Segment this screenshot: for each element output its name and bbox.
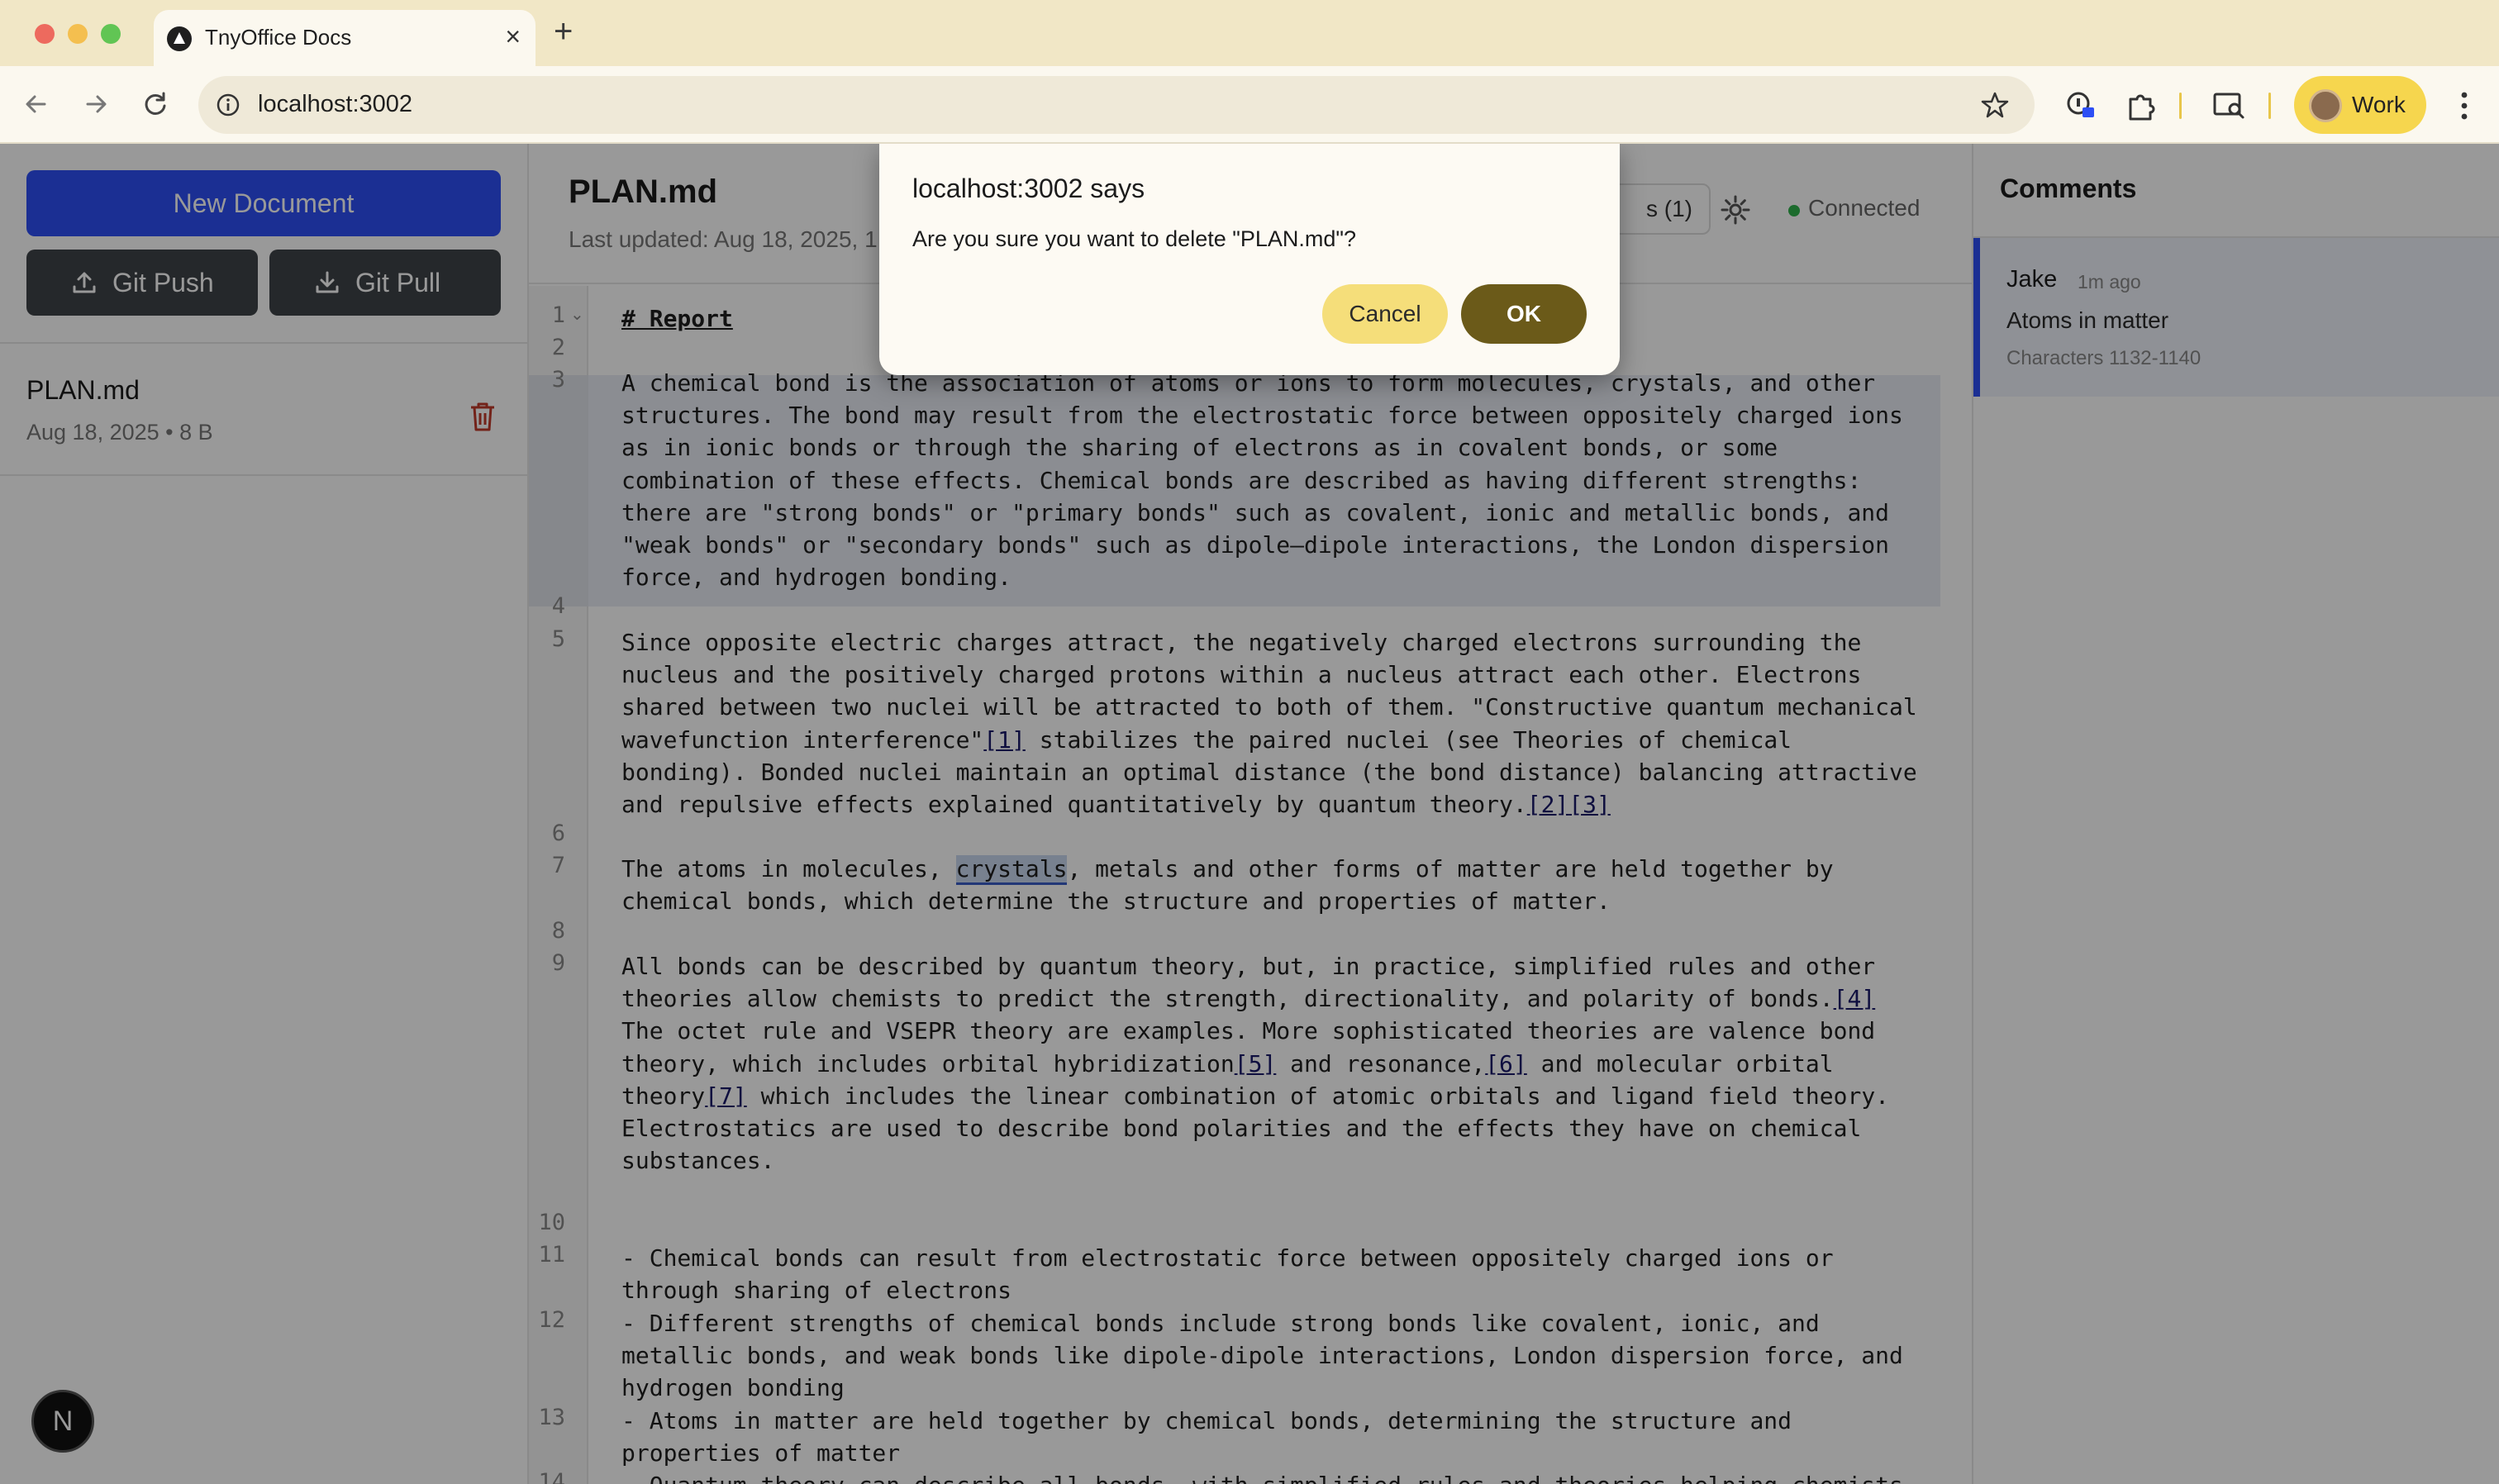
maximize-window-button[interactable] bbox=[101, 24, 121, 44]
close-window-button[interactable] bbox=[35, 24, 55, 44]
back-arrow-icon[interactable] bbox=[20, 88, 53, 121]
app-favicon-icon bbox=[167, 26, 192, 51]
new-tab-button[interactable]: + bbox=[554, 13, 573, 50]
dialog-title: localhost:3002 says bbox=[912, 174, 1145, 203]
browser-tab[interactable]: TnyOffice Docs × bbox=[154, 10, 536, 66]
dialog-message: Are you sure you want to delete "PLAN.md… bbox=[912, 226, 1356, 251]
url-text[interactable]: localhost:3002 bbox=[258, 91, 412, 118]
avatar bbox=[2309, 89, 2342, 122]
site-info-icon[interactable] bbox=[215, 92, 241, 118]
browser-toolbar: localhost:3002 Work bbox=[0, 66, 2499, 144]
tab-title: TnyOffice Docs bbox=[205, 25, 352, 50]
tab-search-icon[interactable] bbox=[2211, 88, 2246, 122]
app-page: New Document Git Push Git Pull PLAN.md A… bbox=[0, 144, 2499, 1484]
confirm-dialog: localhost:3002 says Are you sure you wan… bbox=[879, 144, 1620, 375]
ok-button[interactable]: OK bbox=[1461, 284, 1587, 344]
browser-tab-bar: TnyOffice Docs × + bbox=[0, 0, 2499, 66]
profile-label: Work bbox=[2352, 92, 2406, 117]
minimize-window-button[interactable] bbox=[68, 24, 88, 44]
cancel-button[interactable]: Cancel bbox=[1322, 284, 1448, 344]
tab-close-icon[interactable]: × bbox=[505, 21, 521, 51]
toolbar-separator bbox=[2268, 93, 2271, 119]
password-manager-icon[interactable] bbox=[2063, 88, 2097, 122]
extensions-puzzle-icon[interactable] bbox=[2124, 88, 2159, 122]
reload-icon[interactable] bbox=[139, 88, 172, 121]
profile-button[interactable]: Work bbox=[2294, 76, 2426, 134]
toolbar-separator bbox=[2179, 93, 2182, 119]
bookmark-star-icon[interactable] bbox=[1980, 90, 2010, 120]
forward-arrow-icon[interactable] bbox=[79, 88, 112, 121]
browser-menu-icon[interactable] bbox=[2456, 88, 2473, 124]
address-bar[interactable]: localhost:3002 bbox=[198, 76, 2035, 134]
